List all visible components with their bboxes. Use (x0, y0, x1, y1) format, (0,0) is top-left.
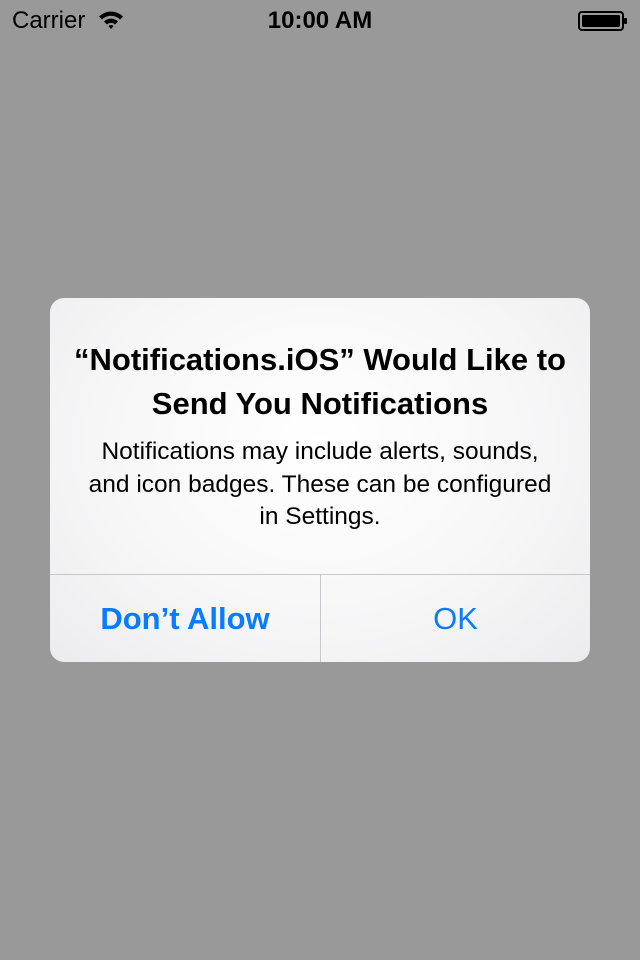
status-time: 10:00 AM (267, 7, 373, 34)
battery-icon (578, 11, 627, 31)
status-bar: Carrier 10:00 AM (0, 0, 640, 40)
ok-button[interactable]: OK (321, 575, 590, 662)
alert-message: Notifications may include alerts, sounds… (88, 438, 552, 530)
dont-allow-button[interactable]: Don’t Allow (50, 575, 320, 662)
alert-button-row: Don’t Allow OK (50, 574, 590, 662)
alert-title: “Notifications.iOS” Would Like to Send Y… (74, 342, 566, 421)
notification-permission-alert: “Notifications.iOS” Would Like to Send Y… (50, 298, 590, 662)
